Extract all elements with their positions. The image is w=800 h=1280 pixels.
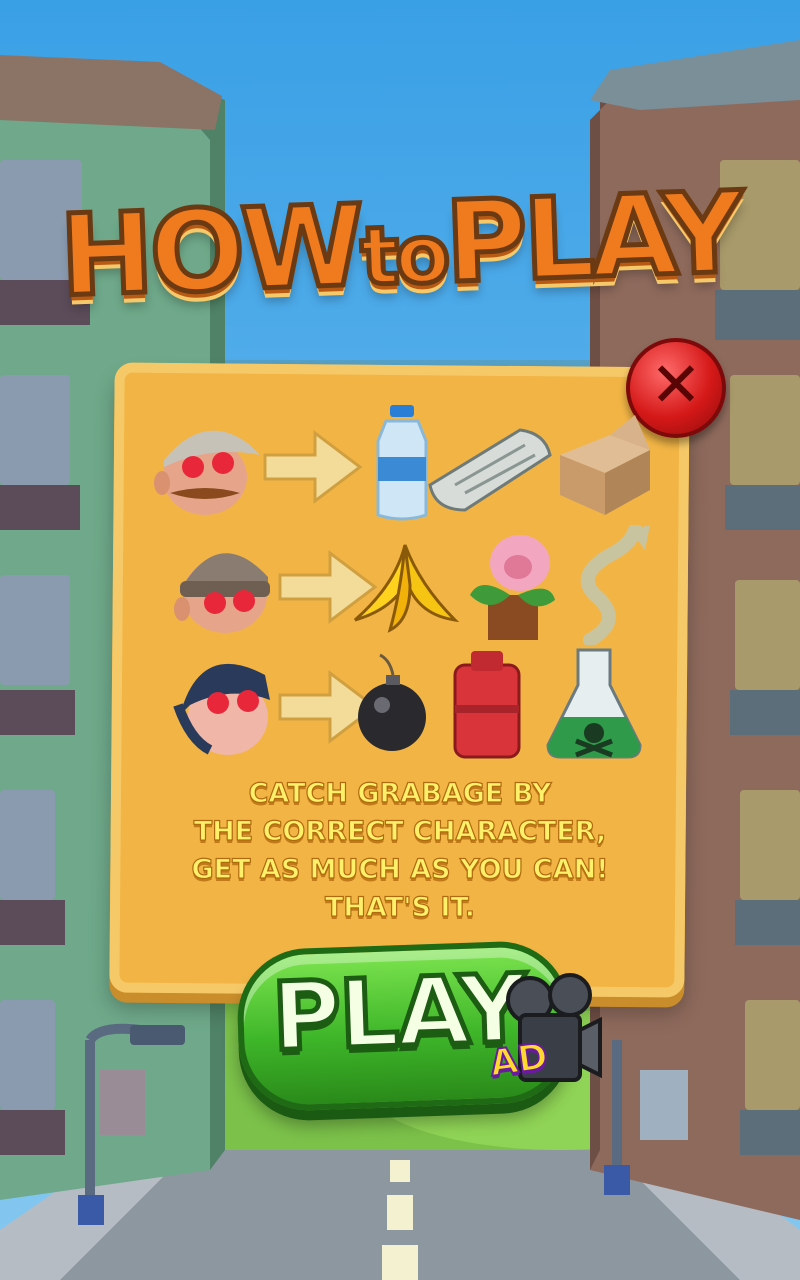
instruction-line-4: THAT'S IT. — [324, 891, 475, 923]
poison-flask-icon — [546, 648, 642, 759]
instruction-line-1: CATCH GRABAGE BY — [248, 777, 552, 809]
gas-canister-icon — [453, 651, 521, 759]
flower-pot-icon — [470, 535, 555, 640]
rule-row-1 — [150, 405, 650, 525]
bomb-icon — [358, 653, 426, 751]
fish-bone-icon — [580, 525, 650, 645]
banana-peel-icon — [354, 544, 460, 633]
beanie-guy-character — [174, 553, 270, 633]
rule-row-2 — [150, 525, 650, 645]
newspaper-icon — [428, 428, 552, 512]
cap-guy-character — [154, 430, 260, 515]
ad-label: AD — [486, 1035, 551, 1086]
how-to-play-title: HOWtoPLAY — [55, 166, 744, 325]
instruction-line-2: THE CORRECT CHARACTER, — [193, 815, 607, 847]
rule-row-3 — [150, 645, 650, 765]
instructions-text: CATCH GRABAGE BY THE CORRECT CHARACTER, … — [150, 775, 650, 927]
firefighter-character — [173, 663, 270, 755]
instruction-line-3: GET AS MUCH AS YOU CAN! — [191, 853, 609, 885]
cardboard-box-icon — [560, 415, 650, 515]
